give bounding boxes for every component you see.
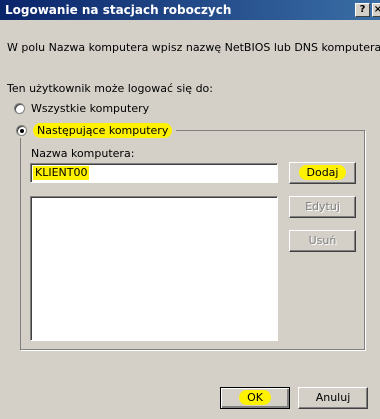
computer-name-input[interactable]: KLIENT00 xyxy=(30,163,278,183)
cancel-button[interactable]: Anuluj xyxy=(298,387,368,409)
add-button-label: Dodaj xyxy=(298,165,347,180)
radio-icon xyxy=(14,102,25,114)
remove-button-label: Usuń xyxy=(308,234,337,247)
instruction-text: W polu Nazwa komputera wpisz nazwę NetBI… xyxy=(7,41,380,54)
remove-button[interactable]: Usuń xyxy=(289,230,356,252)
dialog-body: W polu Nazwa komputera wpisz nazwę NetBI… xyxy=(0,20,380,419)
computers-list[interactable] xyxy=(30,196,278,341)
ok-button-label: OK xyxy=(239,390,271,405)
radio-all-computers[interactable]: Wszystkie komputery xyxy=(14,101,149,115)
computer-name-value: KLIENT00 xyxy=(33,166,90,180)
edit-button-label: Edytuj xyxy=(305,200,340,213)
window-title: Logowanie na stacjach roboczych xyxy=(5,3,232,17)
add-button[interactable]: Dodaj xyxy=(289,162,356,184)
radio-following-computers[interactable]: Następujące komputery xyxy=(14,122,177,138)
close-button[interactable]: × xyxy=(372,3,380,17)
radio-following-computers-label: Następujące komputery xyxy=(33,122,173,138)
radio-checked-icon xyxy=(16,124,27,136)
ok-button[interactable]: OK xyxy=(220,387,290,409)
logon-to-label: Ten użytkownik może logować się do: xyxy=(7,82,213,95)
radio-all-computers-label: Wszystkie komputery xyxy=(31,101,150,115)
title-bar[interactable]: Logowanie na stacjach roboczych ? × xyxy=(0,0,380,20)
close-icon: × xyxy=(373,4,380,15)
help-button[interactable]: ? xyxy=(355,3,370,17)
cancel-button-label: Anuluj xyxy=(315,391,351,404)
edit-button[interactable]: Edytuj xyxy=(289,196,356,218)
help-icon: ? xyxy=(359,4,366,15)
computer-name-label: Nazwa komputera: xyxy=(31,147,135,160)
